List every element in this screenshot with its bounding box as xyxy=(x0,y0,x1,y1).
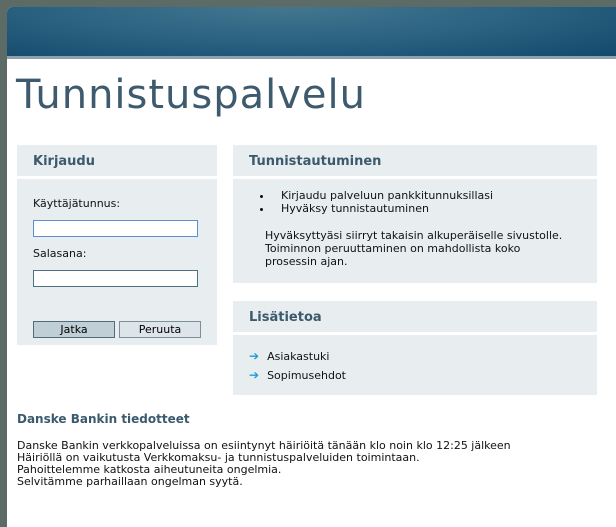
link-customer-support[interactable]: ➔ Asiakastuki xyxy=(249,347,581,366)
username-label: Käyttäjätunnus: xyxy=(33,197,121,210)
arrow-right-icon: ➔ xyxy=(249,349,260,363)
auth-note: Hyväksyttyäsi siirryt takaisin alkuperäi… xyxy=(265,229,563,268)
news-text: Danske Bankin verkkopalveluissa on esiin… xyxy=(17,439,511,488)
cancel-button[interactable]: Peruuta xyxy=(119,321,201,338)
step-item: Hyväksy tunnistautuminen xyxy=(273,202,581,215)
link-terms[interactable]: ➔ Sopimusehdot xyxy=(249,366,581,385)
step-item: Kirjaudu palveluun pankkitunnuksillasi xyxy=(273,189,581,202)
login-heading: Kirjaudu xyxy=(17,145,217,176)
login-panel: Kirjaudu Käyttäjätunnus: Salasana: Jatka… xyxy=(17,145,217,345)
header-banner xyxy=(7,7,616,59)
news-heading: Danske Bankin tiedotteet xyxy=(17,412,190,426)
authentication-heading: Tunnistautuminen xyxy=(233,145,597,176)
authentication-panel: Tunnistautuminen Kirjaudu palveluun pank… xyxy=(233,145,597,283)
news-section: Danske Bankin tiedotteet Danske Bankin v… xyxy=(17,412,597,488)
arrow-right-icon: ➔ xyxy=(249,368,260,382)
password-input[interactable] xyxy=(33,270,198,287)
continue-button[interactable]: Jatka xyxy=(33,321,115,338)
more-info-heading: Lisätietoa xyxy=(233,301,597,332)
password-label: Salasana: xyxy=(33,247,87,260)
username-input[interactable] xyxy=(33,220,198,237)
more-info-panel: Lisätietoa ➔ Asiakastuki ➔ Sopimusehdot xyxy=(233,301,597,395)
page-title: Tunnistuspalvelu xyxy=(16,72,367,118)
